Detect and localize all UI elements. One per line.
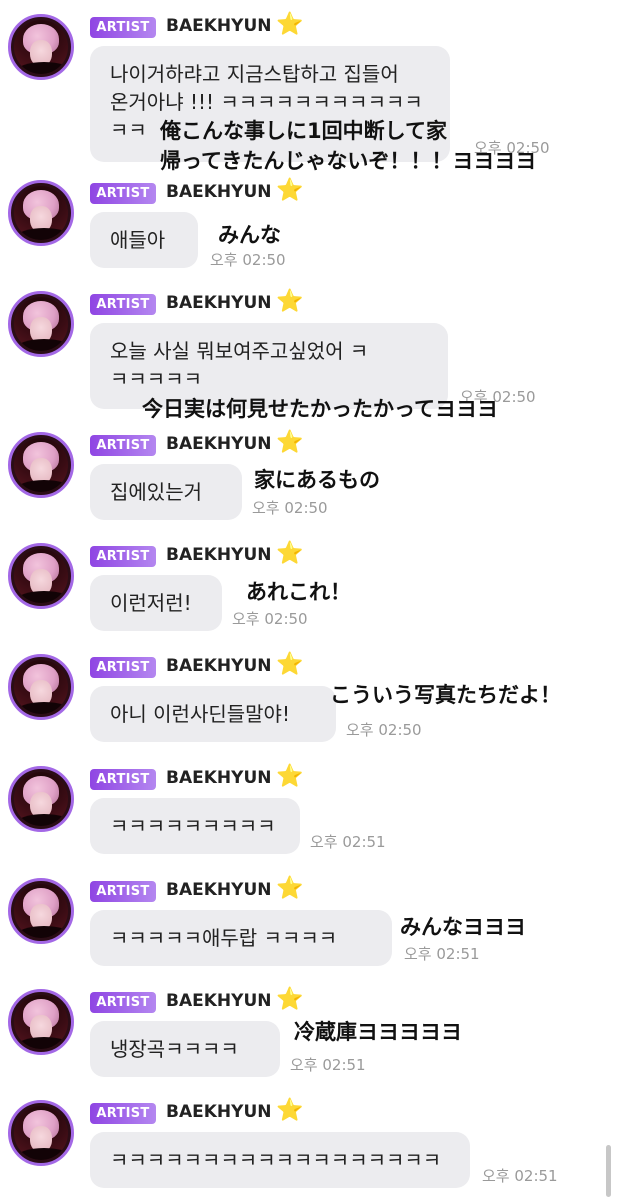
star-icon: ⭐ [276, 1098, 304, 1123]
translation-overlay: 冷蔵庫ヨヨヨヨヨ [294, 1020, 462, 1044]
timestamp: 오후 02:51 [404, 945, 480, 963]
chat-message: ARTIST BAEKHYUN ⭐ ㅋㅋㅋㅋㅋㅋㅋㅋㅋㅋㅋㅋㅋㅋㅋㅋㅋㅋ 오후 … [0, 1086, 620, 1197]
message-bubble[interactable]: ㅋㅋㅋㅋㅋㅋㅋㅋㅋ [90, 798, 300, 854]
chat-message: ARTIST BAEKHYUN ⭐ 이런저런! 오후 02:50 あれこれ！ [0, 529, 620, 640]
sender-name[interactable]: BAEKHYUN [166, 543, 271, 567]
message-text: 아니 이런사딘들말야! [110, 702, 290, 726]
translation-overlay: あれこれ！ [246, 580, 351, 604]
star-icon: ⭐ [276, 652, 304, 677]
star-icon: ⭐ [276, 289, 304, 314]
message-bubble[interactable]: 이런저런! [90, 575, 222, 631]
sender-name[interactable]: BAEKHYUN [166, 654, 271, 678]
avatar[interactable] [8, 432, 74, 498]
avatar[interactable] [8, 180, 74, 246]
artist-badge: ARTIST [90, 183, 156, 204]
message-text: 이런저런! [110, 591, 192, 615]
artist-badge: ARTIST [90, 657, 156, 678]
star-icon: ⭐ [276, 430, 304, 455]
timestamp: 오후 02:50 [252, 499, 328, 517]
timestamp: 오후 02:50 [232, 610, 308, 628]
sender-name[interactable]: BAEKHYUN [166, 878, 271, 902]
artist-badge: ARTIST [90, 992, 156, 1013]
sender-name[interactable]: BAEKHYUN [166, 1100, 271, 1124]
translation-overlay: 家にあるもの [254, 468, 380, 492]
star-icon: ⭐ [276, 12, 304, 37]
star-icon: ⭐ [276, 541, 304, 566]
message-text: 온거아냐 !!! ㅋㅋㅋㅋㅋㅋㅋㅋㅋㅋㅋ [110, 90, 423, 114]
artist-badge: ARTIST [90, 881, 156, 902]
sender-name[interactable]: BAEKHYUN [166, 432, 271, 456]
sender-name[interactable]: BAEKHYUN [166, 180, 271, 204]
message-text: 냉장곡ㅋㅋㅋㅋ [110, 1037, 239, 1061]
avatar[interactable] [8, 878, 74, 944]
avatar[interactable] [8, 766, 74, 832]
chat-message: ARTIST BAEKHYUN ⭐ ㅋㅋㅋㅋㅋㅋㅋㅋㅋ 오후 02:51 [0, 752, 620, 863]
avatar[interactable] [8, 1100, 74, 1166]
translation-overlay: みんな [218, 223, 281, 247]
message-bubble[interactable]: ㅋㅋㅋㅋㅋ애두랍 ㅋㅋㅋㅋ [90, 910, 392, 966]
artist-badge: ARTIST [90, 769, 156, 790]
message-bubble[interactable]: 아니 이런사딘들말야! [90, 686, 336, 742]
artist-badge: ARTIST [90, 1103, 156, 1124]
chat-message: ARTIST BAEKHYUN ⭐ 냉장곡ㅋㅋㅋㅋ 오후 02:51 冷蔵庫ヨヨ… [0, 975, 620, 1086]
star-icon: ⭐ [276, 876, 304, 901]
chat-message: ARTIST BAEKHYUN ⭐ 아니 이런사딘들말야! 오후 02:50 こ… [0, 640, 620, 751]
chat-message: ARTIST BAEKHYUN ⭐ ㅋㅋㅋㅋㅋ애두랍 ㅋㅋㅋㅋ 오후 02:51… [0, 864, 620, 975]
message-text: ㅋㅋㅋㅋㅋㅋㅋㅋㅋㅋㅋㅋㅋㅋㅋㅋㅋㅋ [110, 1148, 442, 1172]
artist-badge: ARTIST [90, 546, 156, 567]
chat-message: ARTIST BAEKHYUN ⭐ 오늘 사실 뭐보여주고싶었어 ㅋ ㅋㅋㅋㅋㅋ… [0, 277, 620, 421]
star-icon: ⭐ [276, 987, 304, 1012]
timestamp: 오후 02:51 [482, 1167, 558, 1185]
sender-name[interactable]: BAEKHYUN [166, 989, 271, 1013]
message-text: 나이거하랴고 지금스탑하고 집들어 [110, 62, 399, 86]
avatar[interactable] [8, 543, 74, 609]
chat-message: ARTIST BAEKHYUN ⭐ 애들아 오후 02:50 みんな [0, 166, 620, 277]
message-text: 집에있는거 [110, 480, 202, 504]
sender-name[interactable]: BAEKHYUN [166, 14, 271, 38]
message-text: ㅋㅋㅋㅋㅋ애두랍 ㅋㅋㅋㅋ [110, 926, 338, 950]
sender-name[interactable]: BAEKHYUN [166, 291, 271, 315]
timestamp: 오후 02:50 [346, 721, 422, 739]
message-text: 애들아 [110, 228, 166, 252]
message-bubble[interactable]: 집에있는거 [90, 464, 242, 520]
star-icon: ⭐ [276, 178, 304, 203]
message-text: 오늘 사실 뭐보여주고싶었어 ㅋ [110, 339, 369, 363]
timestamp: 오후 02:50 [210, 251, 286, 269]
message-bubble[interactable]: 애들아 [90, 212, 198, 268]
sender-name[interactable]: BAEKHYUN [166, 766, 271, 790]
chat-message: ARTIST BAEKHYUN ⭐ 집에있는거 오후 02:50 家にあるもの [0, 418, 620, 529]
message-bubble[interactable]: ㅋㅋㅋㅋㅋㅋㅋㅋㅋㅋㅋㅋㅋㅋㅋㅋㅋㅋ [90, 1132, 470, 1188]
artist-badge: ARTIST [90, 435, 156, 456]
avatar[interactable] [8, 14, 74, 80]
translation-overlay: 俺こんな事しに1回中断して家 [160, 119, 447, 143]
translation-overlay: みんなヨヨヨ [400, 915, 526, 939]
star-icon: ⭐ [276, 764, 304, 789]
avatar[interactable] [8, 654, 74, 720]
avatar[interactable] [8, 989, 74, 1055]
artist-badge: ARTIST [90, 17, 156, 38]
scrollbar[interactable] [606, 1145, 611, 1197]
chat-message: ARTIST BAEKHYUN ⭐ 나이거하랴고 지금스탑하고 집들어 온거아냐… [0, 0, 620, 173]
message-bubble[interactable]: 냉장곡ㅋㅋㅋㅋ [90, 1021, 280, 1077]
message-text: ㅋㅋㅋㅋㅋㅋㅋㅋㅋ [110, 814, 276, 838]
timestamp: 오후 02:51 [290, 1056, 366, 1074]
translation-overlay: こういう写真たちだよ！ [330, 683, 561, 707]
message-text: ㅋㅋㅋㅋㅋ [110, 367, 202, 391]
artist-badge: ARTIST [90, 294, 156, 315]
avatar[interactable] [8, 291, 74, 357]
timestamp: 오후 02:51 [310, 833, 386, 851]
